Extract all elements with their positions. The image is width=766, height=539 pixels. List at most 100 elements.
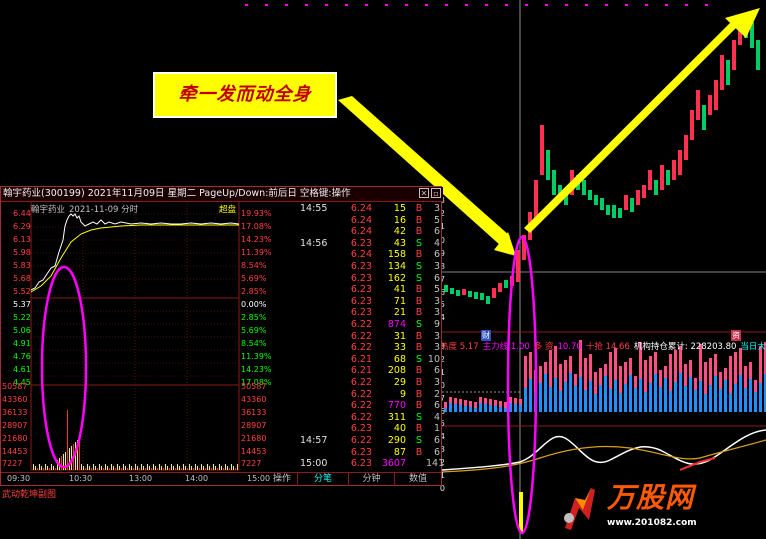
volume-bar [704, 394, 707, 412]
volume-bar [544, 374, 547, 412]
intraday-popup-window: 翰宇药业(300199) 2021年11月09日 星期二 PageUp/Down… [0, 186, 445, 486]
intraday-volume-bar [181, 468, 182, 470]
candlestick [654, 180, 658, 195]
volume-bar [624, 384, 627, 412]
volume-bar [539, 383, 542, 412]
trade-time: 15:00 [300, 458, 328, 470]
intraday-volume-bar [193, 468, 194, 470]
minimize-icon[interactable]: ▫ [431, 188, 441, 198]
ops-button[interactable]: 操作 [267, 473, 298, 486]
overlay-tag[interactable]: 超盘 [219, 203, 236, 215]
tab-ticks[interactable]: 分笔 [298, 473, 349, 486]
intraday-volume-bar [105, 464, 106, 470]
candlestick [624, 195, 628, 210]
volume-bar [549, 350, 552, 387]
tab-minutes[interactable]: 分钟 [349, 473, 395, 486]
indicator-value: 主力线 1.00 [482, 342, 530, 352]
pct-axis-label: 8.54% [241, 339, 267, 348]
intraday-volume-bar [47, 466, 48, 470]
volume-bar [469, 401, 472, 407]
volume-bar [714, 376, 717, 412]
trade-count: 141 [426, 458, 445, 470]
intraday-volume-bar [125, 466, 126, 470]
intraday-volume-bar [109, 468, 110, 470]
pct-axis-label: 8.54% [241, 261, 267, 270]
volume-bar [704, 362, 707, 394]
volume-bar [489, 405, 492, 412]
intraday-volume-bar [39, 464, 40, 470]
intraday-volume-bar [219, 464, 220, 470]
volume-bar [749, 362, 752, 379]
volume-bar [559, 364, 562, 391]
intraday-volume-bar [157, 468, 158, 470]
finance-marker-left: 财 [481, 330, 491, 341]
intraday-volume-bar [95, 466, 96, 470]
pct-axis-label: 17.08% [241, 222, 272, 231]
intraday-volume-bar [145, 468, 146, 470]
intraday-volume-bar [237, 464, 238, 470]
intraday-volume-bar [99, 464, 100, 470]
candlestick [714, 80, 718, 110]
volume-bar [519, 405, 522, 412]
volume-bar [459, 405, 462, 412]
tab-values[interactable]: 数值 [395, 473, 441, 486]
volume-bar [649, 356, 652, 383]
intraday-volume-bar [211, 468, 212, 470]
vol-axis-label: 36133 [2, 408, 28, 417]
intraday-volume-bar [221, 466, 222, 470]
volume-bar [589, 381, 592, 412]
volume-bar [709, 385, 712, 412]
price-axis-label: 4.76 [13, 352, 31, 361]
candlestick [612, 205, 616, 218]
pct-axis-label: 11.39% [241, 248, 272, 257]
trade-price: 6.23 [350, 458, 372, 470]
candlestick [702, 105, 706, 130]
intraday-volume-bar [169, 468, 170, 470]
intraday-volume-bar [117, 464, 118, 470]
trade-ticks-list: 14:55 6.24 15 B 3 6.24 16 B 5 6.24 42 B 6 14:56 6.23 43… [274, 202, 445, 472]
volume-bar [669, 354, 672, 391]
candlestick [492, 288, 496, 298]
intraday-volume-bar [209, 466, 210, 470]
volume-bar [499, 407, 502, 412]
volume-bar [734, 352, 737, 384]
volume-bar [689, 377, 692, 412]
candlestick [660, 165, 664, 190]
volume-bar [484, 398, 487, 404]
candlestick [552, 170, 556, 195]
close-icon[interactable]: ✕ [419, 188, 429, 198]
candlestick [462, 289, 466, 295]
intraday-volume-bar [129, 464, 130, 470]
intraday-volume-bar [179, 466, 180, 470]
volume-bar [664, 366, 667, 378]
intraday-volume-bar [233, 466, 234, 470]
intraday-volume-bar [83, 466, 84, 470]
sub-chart-label: 武动乾坤副图 [2, 490, 57, 500]
volume-bar [654, 352, 657, 374]
intraday-volume-bar [213, 464, 214, 470]
intraday-volume-bar [149, 466, 150, 470]
volume-bar [479, 397, 482, 403]
volume-bar [679, 373, 682, 412]
intraday-volume-bar [87, 464, 88, 470]
indicator-value: 热度 5.17 [440, 342, 479, 352]
intraday-volume-bar [49, 468, 50, 470]
volume-bar [584, 390, 587, 412]
indicator-value: 10.70 [557, 342, 582, 352]
price-axis-label: 5.06 [13, 326, 31, 335]
candlestick [456, 290, 460, 296]
volume-bar [559, 391, 562, 412]
volume-bar [564, 382, 567, 412]
volume-bar [754, 392, 757, 412]
intraday-volume-bar [195, 464, 196, 470]
volume-bar [549, 387, 552, 412]
volume-bar [464, 406, 467, 412]
volume-bar [674, 382, 677, 412]
candlestick [678, 150, 682, 175]
volume-bar [659, 387, 662, 412]
volume-bar [674, 350, 677, 382]
volume-bar [594, 394, 597, 412]
volume-bar [474, 402, 477, 408]
volume-bar [659, 370, 662, 387]
volume-bar [609, 352, 612, 389]
